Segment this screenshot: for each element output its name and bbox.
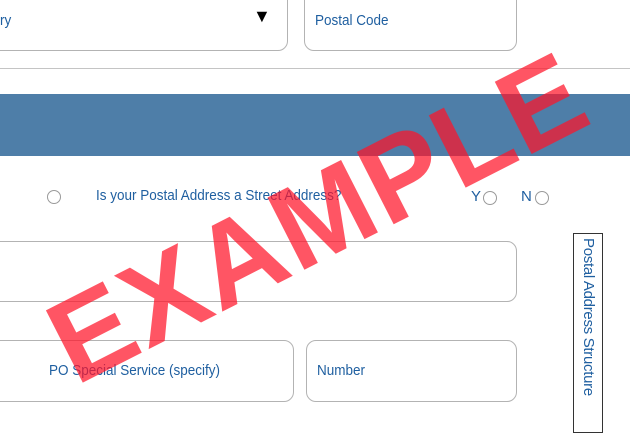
no-label: N — [521, 188, 532, 205]
yes-radio[interactable] — [483, 191, 497, 205]
no-radio[interactable] — [535, 191, 549, 205]
po-special-service-label: PO Special Service (specify) — [49, 362, 221, 379]
radio-button[interactable] — [47, 190, 61, 204]
section-header-band — [0, 94, 630, 156]
dropdown-arrow-icon[interactable]: ▼ — [253, 6, 271, 27]
divider — [0, 68, 630, 69]
yes-label: Y — [471, 188, 482, 205]
number-label: Number — [317, 362, 366, 379]
country-select-label: ry — [0, 12, 12, 29]
country-select[interactable] — [0, 0, 288, 51]
side-label: Postal Address Structure — [580, 238, 597, 396]
street-address-question: Is your Postal Address a Street Address? — [96, 187, 342, 204]
postal-address-input[interactable] — [0, 241, 517, 302]
postal-code-label: Postal Code — [315, 12, 389, 29]
